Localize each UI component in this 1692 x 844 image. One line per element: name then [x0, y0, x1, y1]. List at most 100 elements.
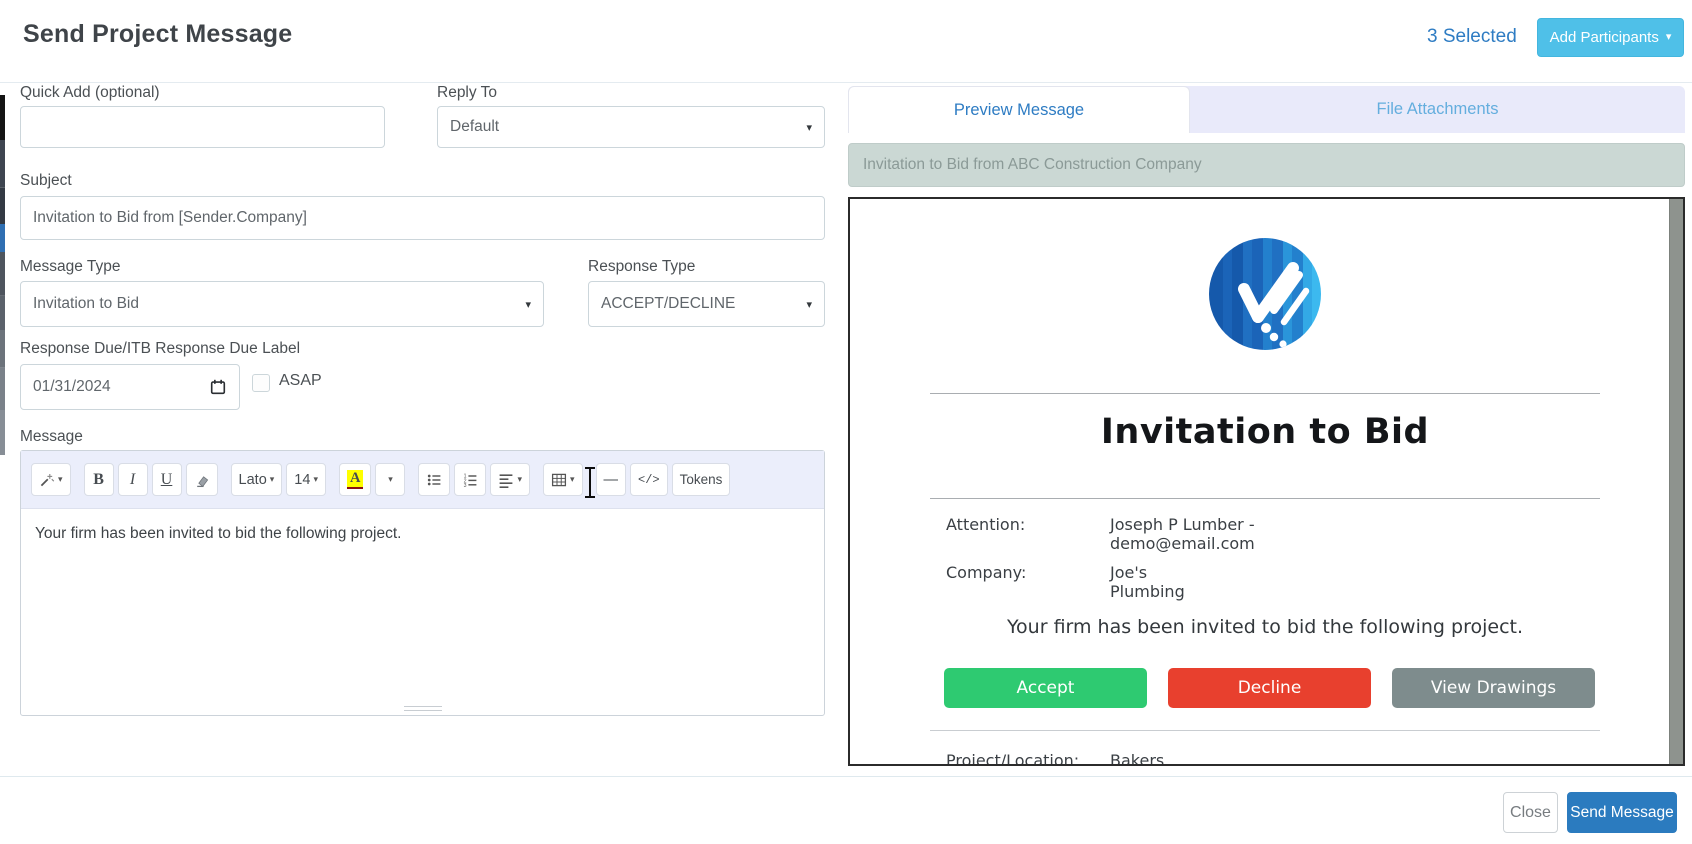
text-color-letter: A — [346, 470, 364, 489]
preview-tabs: Preview Message File Attachments — [848, 86, 1685, 133]
message-body-text: Your firm has been invited to bid the fo… — [35, 525, 402, 542]
response-type-label: Response Type — [588, 258, 696, 275]
sliver-segment — [0, 224, 5, 252]
underline-button[interactable]: U — [151, 463, 182, 496]
add-participants-button[interactable]: Add Participants ▾ — [1537, 18, 1684, 57]
message-label: Message — [20, 428, 83, 445]
email-heading: Invitation to Bid — [1100, 412, 1430, 452]
header-divider — [0, 82, 1692, 83]
preview-subject-bar: Invitation to Bid from ABC Construction … — [848, 143, 1685, 187]
svg-text:3: 3 — [464, 483, 467, 488]
reply-to-label: Reply To — [437, 84, 498, 101]
sliver-segment — [0, 95, 5, 140]
add-participants-label: Add Participants — [1549, 29, 1659, 46]
sliver-segment — [0, 140, 5, 188]
chevron-down-icon: ▾ — [269, 474, 275, 484]
footer-divider — [0, 776, 1692, 777]
align-icon[interactable]: ▾ — [490, 463, 530, 496]
project-value: Bakers Field Complex — [1110, 751, 1165, 766]
divider — [930, 498, 1600, 499]
text-color-dropdown[interactable]: ▾ — [375, 463, 406, 496]
tab-preview-message-label: Preview Message — [953, 100, 1085, 119]
horizontal-rule-button[interactable]: — — [595, 463, 627, 496]
font-family-value: Lato — [238, 471, 267, 488]
sliver-segment — [0, 296, 5, 330]
calendar-icon[interactable] — [209, 378, 227, 396]
sliver-segment — [0, 188, 5, 224]
text-cursor — [583, 467, 597, 498]
asap-checkbox[interactable] — [252, 374, 270, 392]
tab-file-attachments-label: File Attachments — [1376, 100, 1499, 118]
divider — [930, 393, 1600, 394]
chevron-down-icon: ▾ — [806, 298, 812, 311]
company-value: Joe's Plumbing — [1110, 563, 1185, 601]
message-type-select[interactable]: Invitation to Bid ▾ — [20, 281, 544, 327]
font-size-value: 14 — [294, 471, 311, 488]
chevron-down-icon: ▾ — [388, 474, 393, 484]
message-type-value: Invitation to Bid — [33, 295, 139, 312]
message-editor: ▾ B I U Lato ▾ 14 ▾ A ▾ 1 2 3 ▾ ▾ — </> … — [20, 450, 825, 716]
chevron-down-icon: ▾ — [806, 121, 812, 134]
background-page-sliver — [0, 95, 5, 455]
editor-resize-handle[interactable] — [403, 706, 442, 711]
bold-button[interactable]: B — [83, 463, 114, 496]
code-view-button[interactable]: </> — [630, 463, 668, 496]
chevron-down-icon: ▾ — [58, 474, 63, 484]
table-icon[interactable]: ▾ — [542, 463, 583, 496]
subject-label: Subject — [20, 172, 72, 189]
chevron-down-icon: ▾ — [313, 474, 318, 484]
ordered-list-icon[interactable]: 123 — [454, 463, 487, 496]
text-color-button[interactable]: A — [338, 463, 372, 496]
response-due-date-value: 01/31/2024 — [33, 378, 111, 395]
subject-input[interactable] — [20, 196, 825, 240]
company-logo-icon — [1207, 236, 1323, 352]
chevron-down-icon: ▾ — [517, 474, 522, 484]
reply-to-value: Default — [450, 118, 500, 135]
font-size-select[interactable]: 14 ▾ — [286, 463, 326, 496]
response-type-value: ACCEPT/DECLINE — [601, 295, 736, 312]
sliver-segment — [0, 330, 5, 368]
close-button[interactable]: Close — [1503, 792, 1558, 833]
decline-button[interactable]: Decline — [1168, 668, 1371, 708]
sliver-segment — [0, 410, 5, 455]
email-intro-text: Your firm has been invited to bid the fo… — [1006, 616, 1524, 638]
reply-to-select[interactable]: Default ▾ — [437, 106, 825, 148]
email-preview: Invitation to Bid Attention: Joseph P Lu… — [930, 199, 1600, 764]
magic-wand-icon[interactable]: ▾ — [31, 463, 71, 496]
editor-toolbar: ▾ B I U Lato ▾ 14 ▾ A ▾ 1 2 3 ▾ ▾ — </> … — [21, 451, 824, 509]
sliver-segment — [0, 368, 5, 410]
tab-file-attachments[interactable]: File Attachments — [1190, 86, 1685, 133]
preview-subject-text: Invitation to Bid from ABC Construction … — [863, 156, 1202, 173]
preview-scrollbar[interactable] — [1669, 199, 1683, 764]
preview-pane: Invitation to Bid Attention: Joseph P Lu… — [848, 197, 1685, 766]
sliver-segment — [0, 252, 5, 296]
tab-preview-message[interactable]: Preview Message — [848, 86, 1190, 133]
accept-button[interactable]: Accept — [944, 668, 1147, 708]
project-label: Project/Location: — [946, 751, 1080, 766]
quick-add-label: Quick Add (optional) — [20, 84, 160, 101]
unordered-list-icon[interactable] — [418, 463, 451, 496]
tokens-button[interactable]: Tokens — [671, 463, 731, 496]
attention-value: Joseph P Lumber - demo@email.com — [1110, 515, 1255, 553]
quick-add-input[interactable] — [20, 106, 385, 148]
message-body-editor[interactable]: Your firm has been invited to bid the fo… — [21, 509, 824, 715]
divider — [930, 730, 1600, 731]
eraser-icon[interactable] — [185, 463, 218, 496]
view-drawings-button[interactable]: View Drawings — [1392, 668, 1595, 708]
chevron-down-icon: ▾ — [1665, 31, 1672, 43]
send-project-message-modal: Send Project Message 3 Selected Add Part… — [0, 0, 1692, 844]
chevron-down-icon: ▾ — [569, 474, 575, 484]
company-label: Company: — [946, 563, 1027, 582]
response-due-label: Response Due/ITB Response Due Label — [20, 340, 301, 357]
font-family-select[interactable]: Lato ▾ — [230, 463, 283, 496]
page-title: Send Project Message — [23, 20, 293, 48]
response-type-select[interactable]: ACCEPT/DECLINE ▾ — [588, 281, 825, 327]
message-type-label: Message Type — [20, 258, 121, 275]
selected-count-link[interactable]: 3 Selected — [1427, 26, 1517, 48]
attention-label: Attention: — [946, 515, 1026, 534]
asap-label: ASAP — [279, 372, 322, 389]
italic-button[interactable]: I — [117, 463, 148, 496]
chevron-down-icon: ▾ — [525, 298, 531, 311]
send-message-button[interactable]: Send Message — [1567, 792, 1677, 833]
response-due-date-input[interactable]: 01/31/2024 — [20, 364, 240, 410]
